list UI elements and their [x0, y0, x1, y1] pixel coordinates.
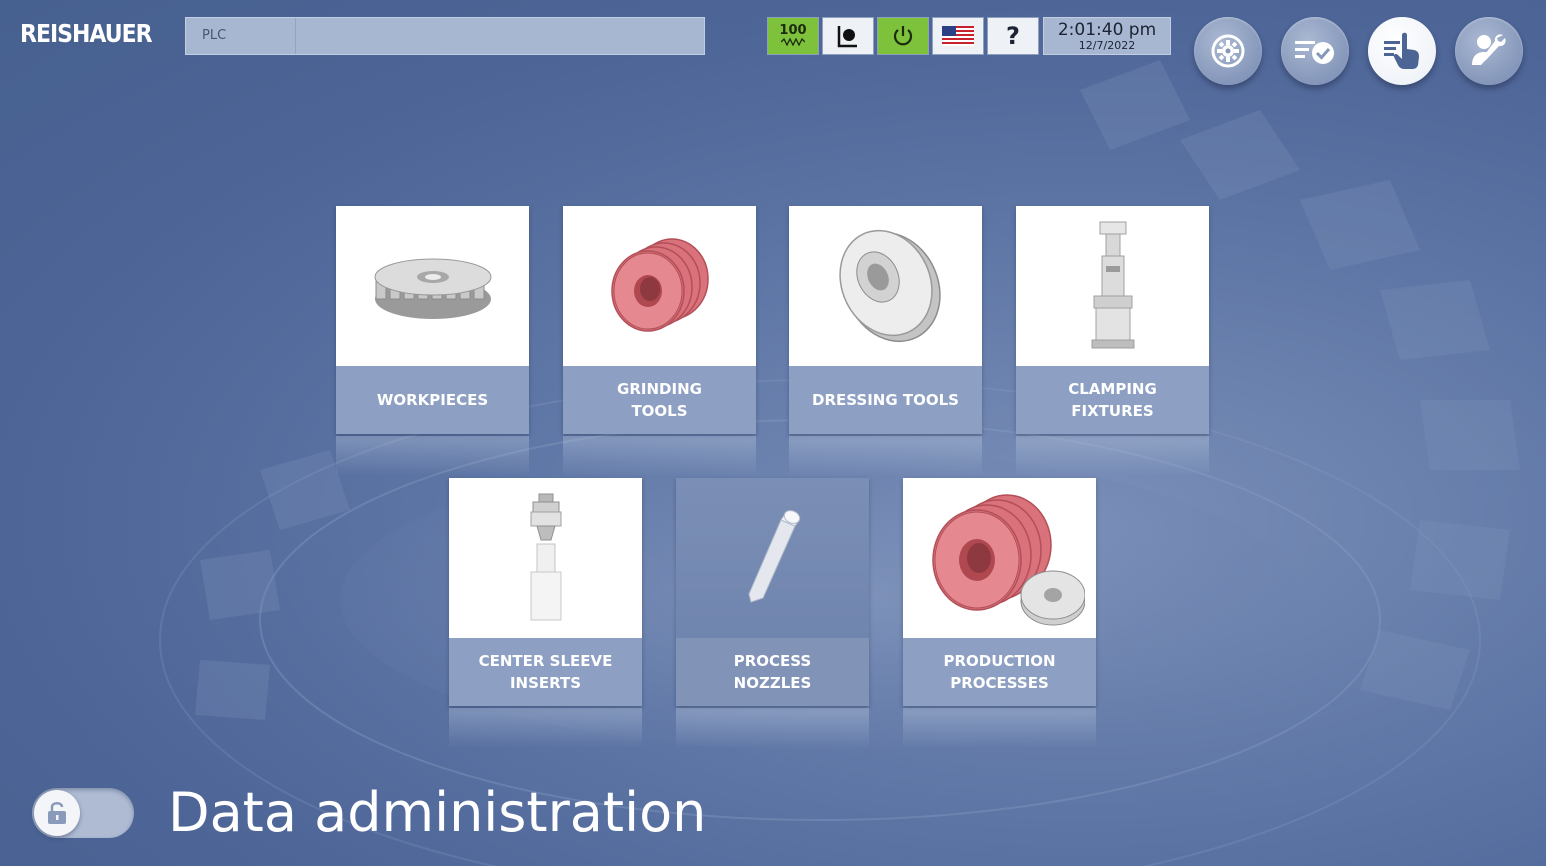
tile-clamping-fixtures[interactable]: CLAMPING FIXTURES — [1016, 206, 1209, 476]
gear-workpiece-icon — [374, 258, 491, 319]
help-button[interactable]: ? — [987, 17, 1039, 55]
tile-grinding-tools[interactable]: GRINDING TOOLS — [563, 206, 756, 476]
tile-reflection — [563, 436, 756, 476]
dressing-disc-icon — [838, 229, 941, 343]
tile-reflection — [1016, 436, 1209, 476]
language-selector[interactable] — [932, 17, 984, 55]
lock-toggle-knob[interactable] — [34, 790, 80, 836]
tile-reflection — [676, 708, 869, 748]
tile-image — [336, 206, 529, 366]
clock-time: 2:01:40 pm — [1057, 20, 1157, 40]
wave-icon — [780, 37, 806, 48]
tile-label: DRESSING TOOLS — [789, 366, 982, 434]
tile-dressing-tools[interactable]: DRESSING TOOLS — [789, 206, 982, 476]
tile-production-processes[interactable]: PRODUCTION PROCESSES — [903, 478, 1096, 748]
center-sleeve-icon — [530, 493, 561, 621]
checklist-button[interactable] — [1281, 17, 1349, 85]
plc-message-bar[interactable]: PLC — [185, 17, 705, 55]
tile-label: GRINDING TOOLS — [563, 366, 756, 434]
settings-button[interactable] — [1194, 17, 1262, 85]
speed-override-indicator[interactable]: 100 — [767, 17, 819, 55]
clamping-fixture-icon — [1091, 221, 1134, 349]
machine-light-toggle[interactable] — [822, 17, 874, 55]
tile-center-sleeve-inserts[interactable]: CENTER SLEEVE INSERTS — [449, 478, 642, 748]
tile-image — [789, 206, 982, 366]
nozzle-icon — [747, 510, 800, 603]
page-title: Data administration — [168, 781, 707, 844]
tile-reflection — [336, 436, 529, 476]
tile-workpieces[interactable]: WORKPIECES — [336, 206, 529, 476]
light-icon — [837, 26, 857, 48]
tile-image — [1016, 206, 1209, 366]
tile-process-nozzles[interactable]: PROCESS NOZZLES — [676, 478, 869, 748]
unlock-icon — [48, 802, 66, 824]
power-status-button[interactable] — [877, 17, 929, 55]
power-icon — [893, 26, 913, 46]
tile-image — [903, 478, 1096, 638]
tile-image — [449, 478, 642, 638]
production-process-icon — [931, 494, 1085, 626]
tile-reflection — [449, 708, 642, 748]
tile-reflection — [903, 708, 1096, 748]
tile-label: WORKPIECES — [336, 366, 529, 434]
tile-reflection — [789, 436, 982, 476]
service-button[interactable] — [1455, 17, 1523, 85]
us-flag-icon — [942, 26, 974, 46]
clock-display: 2:01:40 pm 12/7/2022 — [1043, 17, 1171, 55]
tile-image — [563, 206, 756, 366]
reishauer-logo: REISHAUER — [20, 20, 153, 49]
tile-label: PRODUCTION PROCESSES — [903, 638, 1096, 706]
clock-date: 12/7/2022 — [1078, 39, 1136, 52]
data-touch-icon — [1384, 32, 1419, 69]
plc-label: PLC — [186, 18, 296, 54]
tile-label: CENTER SLEEVE INSERTS — [449, 638, 642, 706]
tile-label: CLAMPING FIXTURES — [1016, 366, 1209, 434]
tile-label: PROCESS NOZZLES — [676, 638, 869, 706]
edit-lock-toggle[interactable] — [32, 788, 134, 838]
tile-image — [676, 478, 869, 638]
checklist-icon — [1295, 41, 1334, 64]
settings-gear-icon — [1211, 34, 1245, 68]
grinding-worm-icon — [610, 238, 709, 332]
speed-value: 100 — [779, 23, 807, 38]
service-wrench-icon — [1472, 34, 1506, 65]
data-administration-button[interactable] — [1368, 17, 1436, 85]
